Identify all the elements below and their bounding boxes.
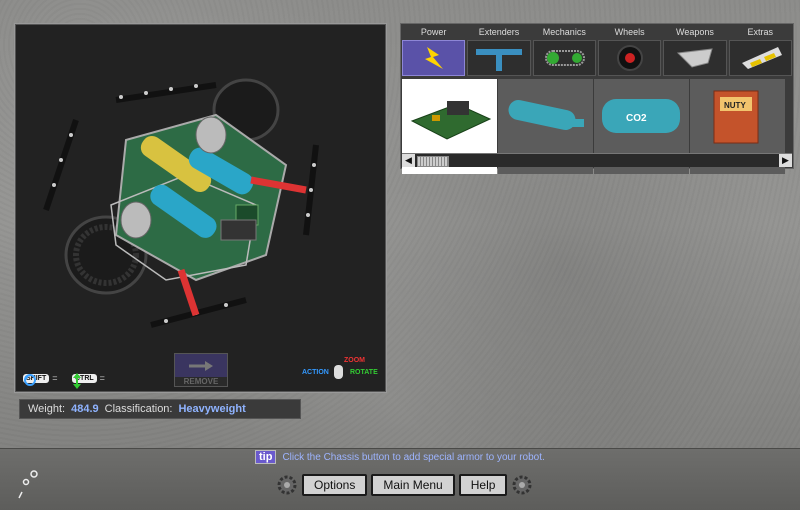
blade-icon xyxy=(677,48,713,68)
remove-button[interactable]: REMOVE xyxy=(174,353,228,387)
svg-text:NUTY: NUTY xyxy=(724,101,746,110)
mouse-controls-legend: ZOOM ACTION ROTATE xyxy=(302,357,382,385)
tab-label-mechanics: Mechanics xyxy=(542,27,586,37)
cylinder-tank-icon xyxy=(508,100,584,130)
robot-stats: Weight: 484.9 Classification: Heavyweigh… xyxy=(19,399,301,419)
battery-icon: NUTY xyxy=(713,90,759,144)
tip-text: Click the Chassis button to add special … xyxy=(282,451,545,463)
tab-label-power: Power xyxy=(420,27,447,37)
wheel-icon xyxy=(616,45,643,71)
category-tabs xyxy=(401,40,793,76)
shift-rotate-hint: SHIFT = xyxy=(23,373,58,386)
category-tab-labels: Power Extenders Mechanics Wheels Weapons… xyxy=(401,24,793,40)
tab-weapons[interactable] xyxy=(663,40,727,76)
tab-label-extenders: Extenders xyxy=(478,27,520,37)
zoom-label: ZOOM xyxy=(344,357,365,364)
parts-panel: Power Extenders Mechanics Wheels Weapons… xyxy=(400,23,794,174)
rotate-label: ROTATE xyxy=(350,369,378,376)
tab-label-weapons: Weapons xyxy=(676,27,714,37)
tab-extenders[interactable] xyxy=(467,40,531,76)
robot-model xyxy=(43,78,319,328)
co2-canister-icon: CO2 xyxy=(602,99,680,133)
tip-bar: tip Click the Chassis button to add spec… xyxy=(255,450,545,464)
bottom-menu: Options Main Menu Help xyxy=(276,474,533,496)
circuit-board-icon xyxy=(410,101,492,140)
remove-arrow-icon xyxy=(189,361,213,371)
gear-icon xyxy=(512,475,532,495)
remove-label: REMOVE xyxy=(175,377,227,386)
classification-value: Heavyweight xyxy=(178,403,246,415)
robot-viewport[interactable]: SHIFT = CTRL = REMOVE ZOOM ACTION ROTATE xyxy=(15,24,386,392)
parts-scrollbar[interactable]: ◀ ▶ xyxy=(402,153,792,167)
scroll-thumb[interactable] xyxy=(417,156,449,167)
weight-label: Weight: xyxy=(28,403,66,415)
tab-extras[interactable] xyxy=(728,40,792,76)
tab-label-extras: Extras xyxy=(747,27,774,37)
scroll-left-arrow[interactable]: ◀ xyxy=(402,154,415,167)
chain-gear-icon xyxy=(544,50,585,66)
gear-icon xyxy=(277,475,297,495)
options-button[interactable]: Options xyxy=(302,474,368,496)
main-menu-button[interactable]: Main Menu xyxy=(371,474,455,496)
svg-text:CO2: CO2 xyxy=(626,113,647,124)
action-label: ACTION xyxy=(302,369,329,376)
ctrl-move-hint: CTRL = xyxy=(72,373,105,389)
tab-mechanics[interactable] xyxy=(532,40,596,76)
help-button[interactable]: Help xyxy=(458,474,508,496)
classification-label: Classification: xyxy=(104,403,173,415)
hazard-plate-icon xyxy=(741,47,782,69)
scroll-right-arrow[interactable]: ▶ xyxy=(779,154,792,167)
lightning-icon xyxy=(425,47,443,69)
tab-power[interactable] xyxy=(402,40,466,76)
weight-value: 484.9 xyxy=(71,403,99,415)
rotate-icon xyxy=(24,374,36,386)
loading-spinner-icon xyxy=(18,470,38,499)
vertical-arrows-icon xyxy=(73,373,81,389)
tab-wheels[interactable] xyxy=(597,40,662,76)
tip-badge: tip xyxy=(255,450,277,464)
extender-bar-icon xyxy=(476,49,523,71)
mouse-icon xyxy=(334,365,343,379)
tab-label-wheels: Wheels xyxy=(614,27,645,37)
